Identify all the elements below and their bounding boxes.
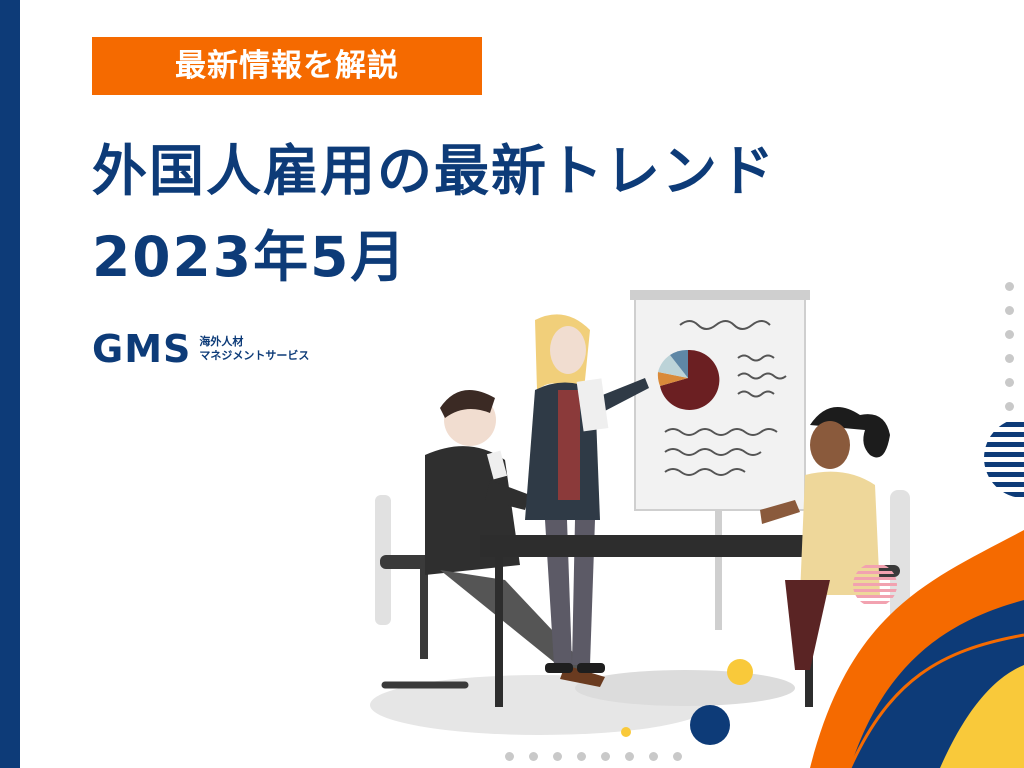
flipchart <box>630 290 810 630</box>
gms-logo: GMS 海外人材 マネジメントサービス <box>92 327 309 371</box>
category-banner: 最新情報を解説 <box>92 37 482 95</box>
navy-dot <box>690 705 730 745</box>
logo-sub-line1: 海外人材 <box>199 335 244 348</box>
business-meeting-illustration <box>370 290 1024 768</box>
yellow-dot <box>727 659 753 685</box>
logo-mark: GMS <box>92 327 192 371</box>
standing-presenter <box>525 314 649 673</box>
page-subtitle-date: 2023年5月 <box>92 225 408 289</box>
left-accent-bar <box>0 0 20 768</box>
striped-circle <box>984 422 1024 497</box>
logo-sub-line2: マネジメントサービス <box>199 349 310 362</box>
page-title: 外国人雇用の最新トレンド <box>92 139 777 203</box>
small-yellow-dot <box>621 727 631 737</box>
logo-subtext: 海外人材 マネジメントサービス <box>199 335 309 363</box>
